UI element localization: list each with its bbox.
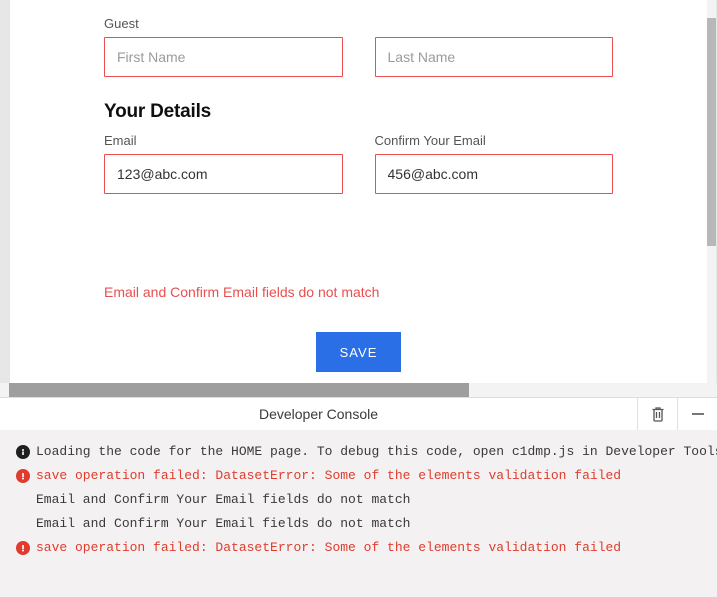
details-heading: Your Details	[104, 101, 613, 123]
log-text: save operation failed: DatasetError: Som…	[36, 536, 621, 560]
minimize-icon	[691, 407, 705, 421]
save-button[interactable]: SAVE	[316, 332, 401, 372]
log-text: save operation failed: DatasetError: Som…	[36, 464, 621, 488]
dev-console-header: Developer Console	[0, 398, 717, 430]
log-text: Email and Confirm Your Email fields do n…	[36, 488, 410, 512]
dev-console-title: Developer Console	[0, 398, 637, 430]
first-name-input[interactable]	[104, 37, 343, 77]
guest-last-field	[375, 16, 614, 77]
error-icon	[16, 541, 30, 555]
form-content: Guest Your Details Email Confirm Your Em…	[10, 0, 707, 383]
clear-console-button[interactable]	[637, 398, 677, 430]
vertical-scroll-thumb[interactable]	[707, 18, 716, 246]
horizontal-scroll-thumb[interactable]	[9, 383, 469, 397]
confirm-email-label: Confirm Your Email	[375, 133, 614, 148]
email-input[interactable]	[104, 154, 343, 194]
info-icon	[16, 445, 30, 459]
log-row-plain: Email and Confirm Your Email fields do n…	[16, 512, 701, 536]
email-label: Email	[104, 133, 343, 148]
log-text: Email and Confirm Your Email fields do n…	[36, 512, 410, 536]
last-name-input[interactable]	[375, 37, 614, 77]
log-row-info: Loading the code for the HOME page. To d…	[16, 440, 701, 464]
log-row-plain: Email and Confirm Your Email fields do n…	[16, 488, 701, 512]
dev-console-body: Loading the code for the HOME page. To d…	[0, 430, 717, 597]
guest-first-field: Guest	[104, 16, 343, 77]
log-text: Loading the code for the HOME page. To d…	[36, 440, 717, 464]
log-row-error: save operation failed: DatasetError: Som…	[16, 536, 701, 560]
confirm-email-input[interactable]	[375, 154, 614, 194]
email-field-wrap: Email	[104, 133, 343, 194]
horizontal-scrollbar[interactable]	[0, 383, 717, 397]
guest-row: Guest	[104, 16, 613, 77]
confirm-email-field-wrap: Confirm Your Email	[375, 133, 614, 194]
log-row-error: save operation failed: DatasetError: Som…	[16, 464, 701, 488]
developer-console-panel: Developer Console	[0, 397, 717, 597]
form-scroll-area: Guest Your Details Email Confirm Your Em…	[9, 0, 708, 383]
minimize-console-button[interactable]	[677, 398, 717, 430]
save-wrap: SAVE	[104, 332, 613, 372]
error-icon	[16, 469, 30, 483]
trash-icon	[651, 406, 665, 422]
validation-error-text: Email and Confirm Email fields do not ma…	[104, 284, 613, 300]
guest-label: Guest	[104, 16, 343, 31]
guest-label-spacer	[375, 16, 614, 31]
email-row: Email Confirm Your Email	[104, 133, 613, 194]
